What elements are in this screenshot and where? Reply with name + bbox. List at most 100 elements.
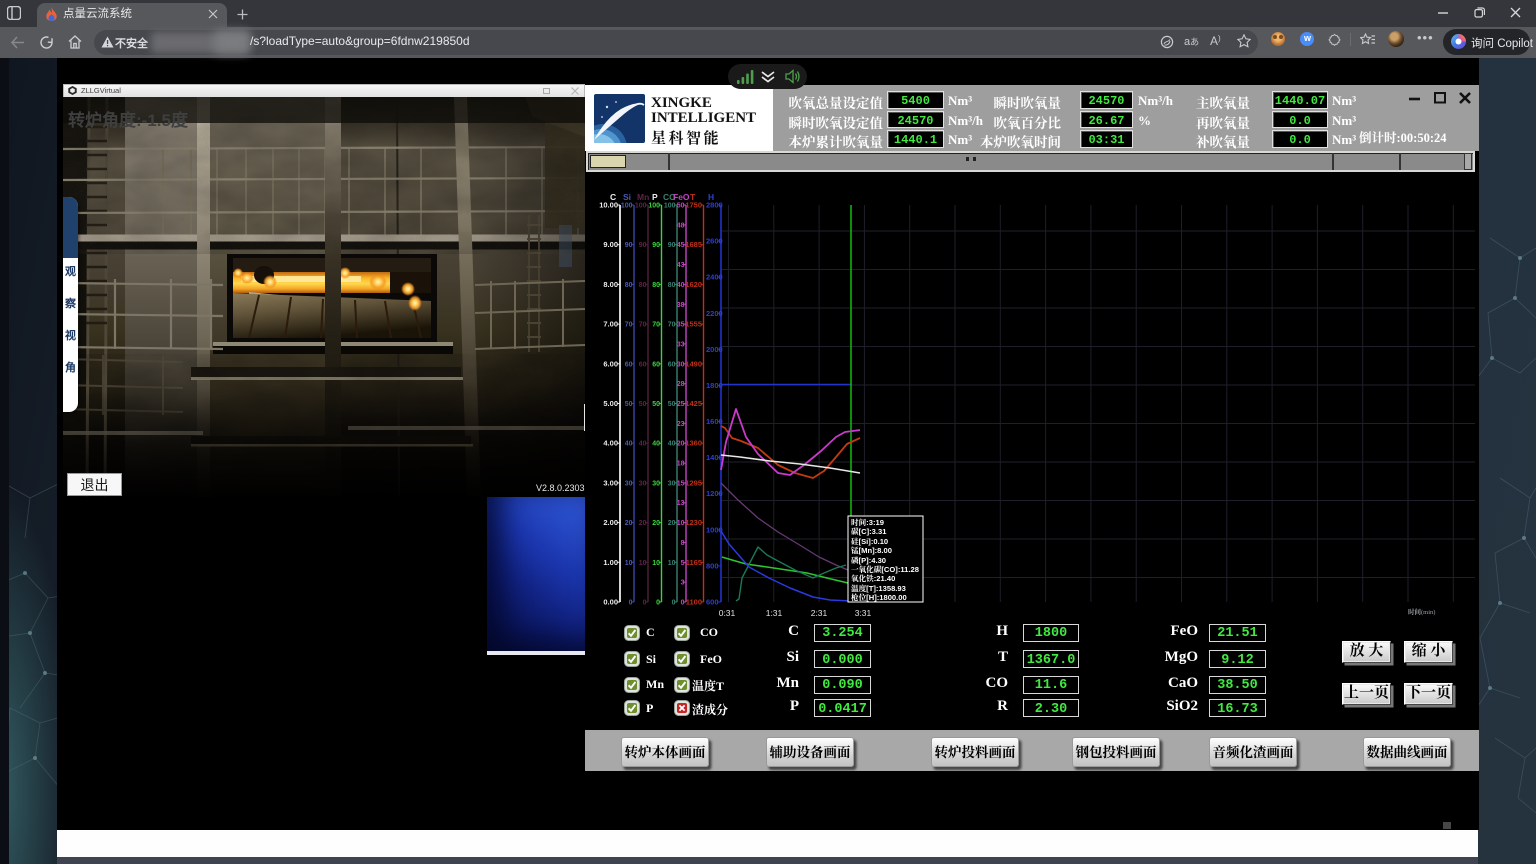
svg-text:60: 60 xyxy=(625,361,633,368)
svg-text:70: 70 xyxy=(625,322,633,329)
svg-text:7.00: 7.00 xyxy=(603,320,618,329)
svg-text:1425: 1425 xyxy=(685,399,702,408)
svg-text:20: 20 xyxy=(668,520,676,527)
svg-text:35: 35 xyxy=(677,322,685,329)
svg-text:1.00: 1.00 xyxy=(603,558,618,567)
svg-text:40: 40 xyxy=(652,441,660,448)
svg-text:0: 0 xyxy=(672,600,676,607)
svg-text:1230: 1230 xyxy=(685,518,702,527)
svg-text:FeO: FeO xyxy=(673,192,690,202)
svg-text:Si: Si xyxy=(623,192,631,202)
svg-text:1200: 1200 xyxy=(706,489,723,498)
svg-text:33: 33 xyxy=(677,341,685,348)
svg-text:1600: 1600 xyxy=(706,417,723,426)
svg-text:10: 10 xyxy=(668,560,676,567)
svg-text:8.00: 8.00 xyxy=(603,280,618,289)
svg-text:时间(min): 时间(min) xyxy=(1408,607,1435,616)
svg-text:90: 90 xyxy=(668,242,676,249)
svg-text:100: 100 xyxy=(635,203,647,210)
svg-text:1555: 1555 xyxy=(685,320,702,329)
svg-text:1165: 1165 xyxy=(686,558,702,567)
svg-text:0: 0 xyxy=(629,600,633,607)
svg-text:1100: 1100 xyxy=(686,598,702,607)
svg-text:0.00: 0.00 xyxy=(603,598,618,607)
svg-text:100: 100 xyxy=(664,203,676,210)
svg-text:60: 60 xyxy=(652,361,660,368)
svg-text:1685: 1685 xyxy=(685,240,702,249)
svg-text:45: 45 xyxy=(677,242,685,249)
svg-text:2600: 2600 xyxy=(706,237,723,246)
svg-text:T: T xyxy=(690,192,696,202)
svg-text:30: 30 xyxy=(677,361,685,368)
svg-text:60: 60 xyxy=(639,361,647,368)
svg-text:90: 90 xyxy=(652,242,660,249)
svg-text:80: 80 xyxy=(639,282,647,289)
svg-text:23: 23 xyxy=(677,421,685,428)
svg-text:0: 0 xyxy=(681,600,685,607)
svg-text:40: 40 xyxy=(639,441,647,448)
svg-text:15: 15 xyxy=(677,480,685,487)
svg-text:30: 30 xyxy=(625,480,633,487)
svg-text:1800: 1800 xyxy=(706,381,723,390)
svg-text:1360: 1360 xyxy=(685,439,702,448)
svg-text:8: 8 xyxy=(681,540,685,547)
svg-text:P: P xyxy=(652,192,658,202)
svg-text:2.00: 2.00 xyxy=(603,518,618,527)
svg-text:H: H xyxy=(708,192,714,202)
svg-text:20: 20 xyxy=(652,520,660,527)
svg-text:40: 40 xyxy=(668,441,676,448)
svg-text:1:31: 1:31 xyxy=(766,608,783,617)
svg-text:40: 40 xyxy=(625,441,633,448)
svg-text:0: 0 xyxy=(643,600,647,607)
svg-text:5: 5 xyxy=(681,560,685,567)
svg-text:20: 20 xyxy=(625,520,633,527)
svg-text:60: 60 xyxy=(668,361,676,368)
svg-text:10: 10 xyxy=(625,560,633,567)
svg-text:0: 0 xyxy=(656,600,660,607)
svg-text:4.00: 4.00 xyxy=(603,439,618,448)
svg-text:5.00: 5.00 xyxy=(603,399,618,408)
svg-text:0:31: 0:31 xyxy=(719,608,736,617)
svg-text:100: 100 xyxy=(648,203,660,210)
svg-text:80: 80 xyxy=(625,282,633,289)
svg-text:30: 30 xyxy=(639,480,647,487)
svg-text:50: 50 xyxy=(668,401,676,408)
svg-text:1620: 1620 xyxy=(685,280,702,289)
svg-text:100: 100 xyxy=(621,203,633,210)
svg-text:13: 13 xyxy=(677,500,685,507)
svg-text:2400: 2400 xyxy=(706,273,723,282)
svg-text:70: 70 xyxy=(639,322,647,329)
svg-text:800: 800 xyxy=(706,561,719,570)
svg-text:Mn: Mn xyxy=(637,192,649,202)
svg-text:70: 70 xyxy=(668,322,676,329)
svg-text:1295: 1295 xyxy=(685,478,702,487)
svg-text:10: 10 xyxy=(652,560,660,567)
svg-text:38: 38 xyxy=(677,302,685,309)
svg-text:70: 70 xyxy=(652,322,660,329)
svg-text:枪位[H]:1800.00: 枪位[H]:1800.00 xyxy=(851,592,907,603)
svg-text:28: 28 xyxy=(677,381,685,388)
svg-text:90: 90 xyxy=(625,242,633,249)
svg-text:3: 3 xyxy=(681,580,685,587)
svg-text:3.00: 3.00 xyxy=(603,478,618,487)
svg-text:30: 30 xyxy=(652,480,660,487)
svg-text:C: C xyxy=(610,192,616,202)
svg-text:9.00: 9.00 xyxy=(603,240,618,249)
svg-text:2200: 2200 xyxy=(706,309,723,318)
svg-text:18: 18 xyxy=(677,461,685,468)
svg-text:80: 80 xyxy=(652,282,660,289)
svg-text:1000: 1000 xyxy=(706,525,723,534)
svg-text:10: 10 xyxy=(677,520,685,527)
svg-text:1400: 1400 xyxy=(706,453,723,462)
svg-text:10: 10 xyxy=(639,560,647,567)
svg-text:2000: 2000 xyxy=(706,345,723,354)
svg-text:43: 43 xyxy=(677,262,685,269)
svg-text:6.00: 6.00 xyxy=(603,359,618,368)
svg-text:3:31: 3:31 xyxy=(855,608,872,617)
svg-text:90: 90 xyxy=(639,242,647,249)
svg-text:25: 25 xyxy=(677,401,685,408)
svg-text:50: 50 xyxy=(677,203,685,210)
svg-text:1490: 1490 xyxy=(685,359,702,368)
svg-text:40: 40 xyxy=(677,282,685,289)
svg-text:30: 30 xyxy=(668,480,676,487)
